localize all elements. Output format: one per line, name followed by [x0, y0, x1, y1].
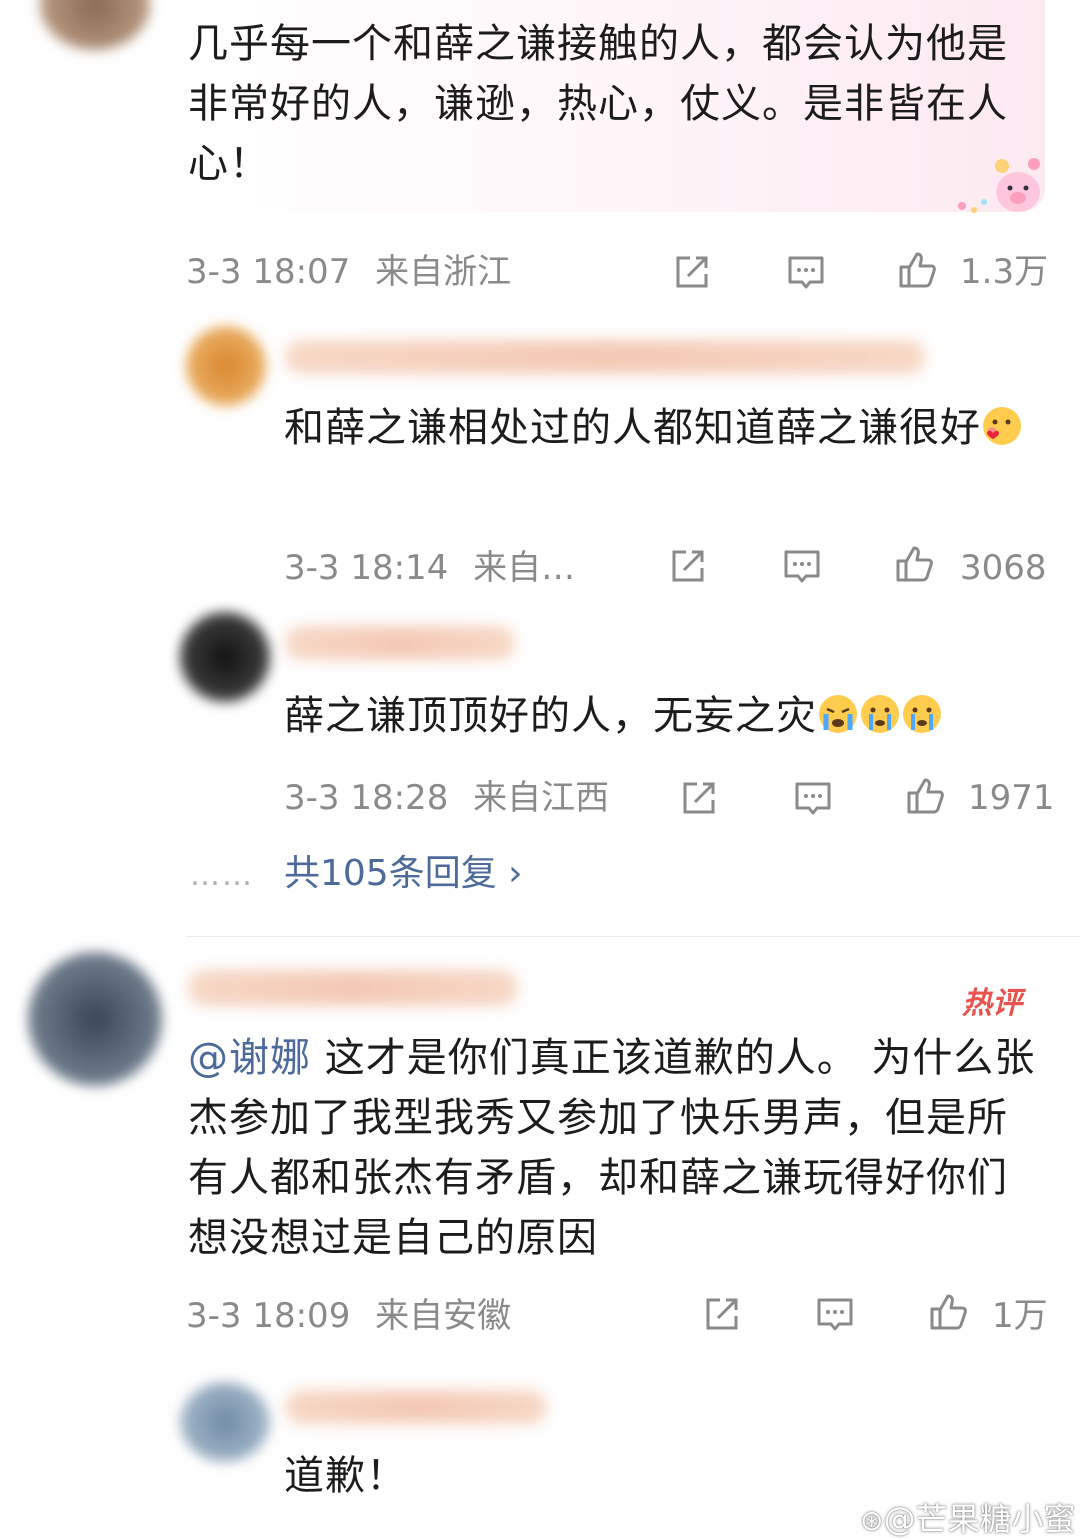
username-blurred[interactable]	[188, 970, 518, 1006]
pig-sticker-icon	[950, 150, 1045, 220]
avatar[interactable]	[180, 1382, 270, 1462]
blush-heart-emoji-icon	[981, 404, 1023, 446]
avatar[interactable]	[180, 612, 270, 702]
like-count: 1.3万	[960, 252, 1049, 292]
comment-time: 3-3 18:09	[186, 1296, 351, 1336]
share-icon[interactable]	[668, 546, 708, 586]
username-blurred[interactable]	[285, 1390, 547, 1424]
weibo-logo-icon: ⊛	[860, 1504, 884, 1537]
like-icon[interactable]	[928, 1292, 968, 1332]
comment-time: 3-3 18:07	[186, 252, 351, 292]
mention-link[interactable]: @谢娜	[188, 1035, 311, 1081]
share-icon[interactable]	[702, 1294, 742, 1334]
like-icon[interactable]	[905, 776, 945, 816]
crying-emoji-icon	[817, 692, 859, 734]
reply-location: 来自江西	[473, 778, 610, 818]
like-count: 3068	[960, 548, 1047, 588]
username-blurred[interactable]	[285, 626, 515, 660]
reply-time: 3-3 18:28	[284, 778, 449, 818]
more-replies-link[interactable]: 共105条回复 ›	[284, 852, 523, 896]
like-icon[interactable]	[894, 544, 934, 584]
share-icon[interactable]	[672, 252, 712, 292]
avatar[interactable]	[40, 0, 150, 50]
comment-text: 几乎每一个和薛之谦接触的人，都会认为他是非常好的人，谦逊，热心，仗义。是非皆在人…	[188, 21, 1008, 187]
username-blurred[interactable]	[285, 340, 925, 374]
avatar[interactable]	[186, 326, 266, 406]
avatar[interactable]	[28, 952, 162, 1086]
comment-location: 来自安徽	[375, 1296, 512, 1336]
reply-text: 道歉！	[284, 1453, 407, 1499]
crying-emoji-icon	[859, 692, 901, 734]
share-icon[interactable]	[679, 778, 719, 818]
reply-text: 薛之谦顶顶好的人，无妄之灾	[284, 686, 1064, 746]
like-count: 1万	[992, 1296, 1048, 1336]
divider	[186, 936, 1080, 937]
comment-text: @谢娜 这才是你们真正该道歉的人。 为什么张杰参加了我型我秀又参加了快乐男声，但…	[188, 1035, 1036, 1261]
comment-icon[interactable]	[786, 252, 826, 292]
reply-text: 和薛之谦相处过的人都知道薛之谦很好	[284, 398, 1024, 458]
comment-location: 来自浙江	[375, 252, 512, 292]
comment-icon[interactable]	[815, 1294, 855, 1334]
like-icon[interactable]	[897, 250, 937, 290]
hot-comment-badge: 热评	[962, 986, 1022, 1021]
watermark: ⊛@芒果糖小蜜	[860, 1500, 1076, 1538]
comment-icon[interactable]	[782, 546, 822, 586]
like-count: 1971	[968, 778, 1055, 818]
reply-location: 来自…	[473, 548, 576, 588]
reply-time: 3-3 18:14	[284, 548, 449, 588]
more-dots: ……	[190, 858, 254, 893]
crying-emoji-icon	[901, 692, 943, 734]
comment-icon[interactable]	[793, 778, 833, 818]
